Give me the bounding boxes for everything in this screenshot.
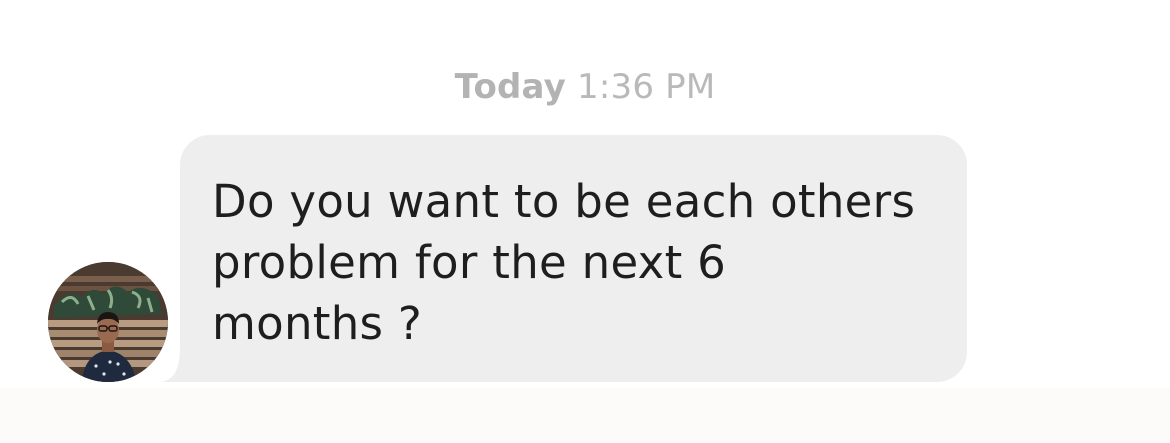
composer-area (0, 388, 1170, 443)
message-timestamp: Today 1:36 PM (0, 66, 1170, 108)
message-bubble[interactable]: Do you want to be each others problem fo… (180, 135, 967, 382)
timestamp-time: 1:36 PM (577, 67, 716, 107)
message-text: Do you want to be each others problem fo… (212, 175, 916, 350)
user-avatar-photo[interactable] (48, 262, 168, 382)
timestamp-day: Today (454, 67, 566, 107)
